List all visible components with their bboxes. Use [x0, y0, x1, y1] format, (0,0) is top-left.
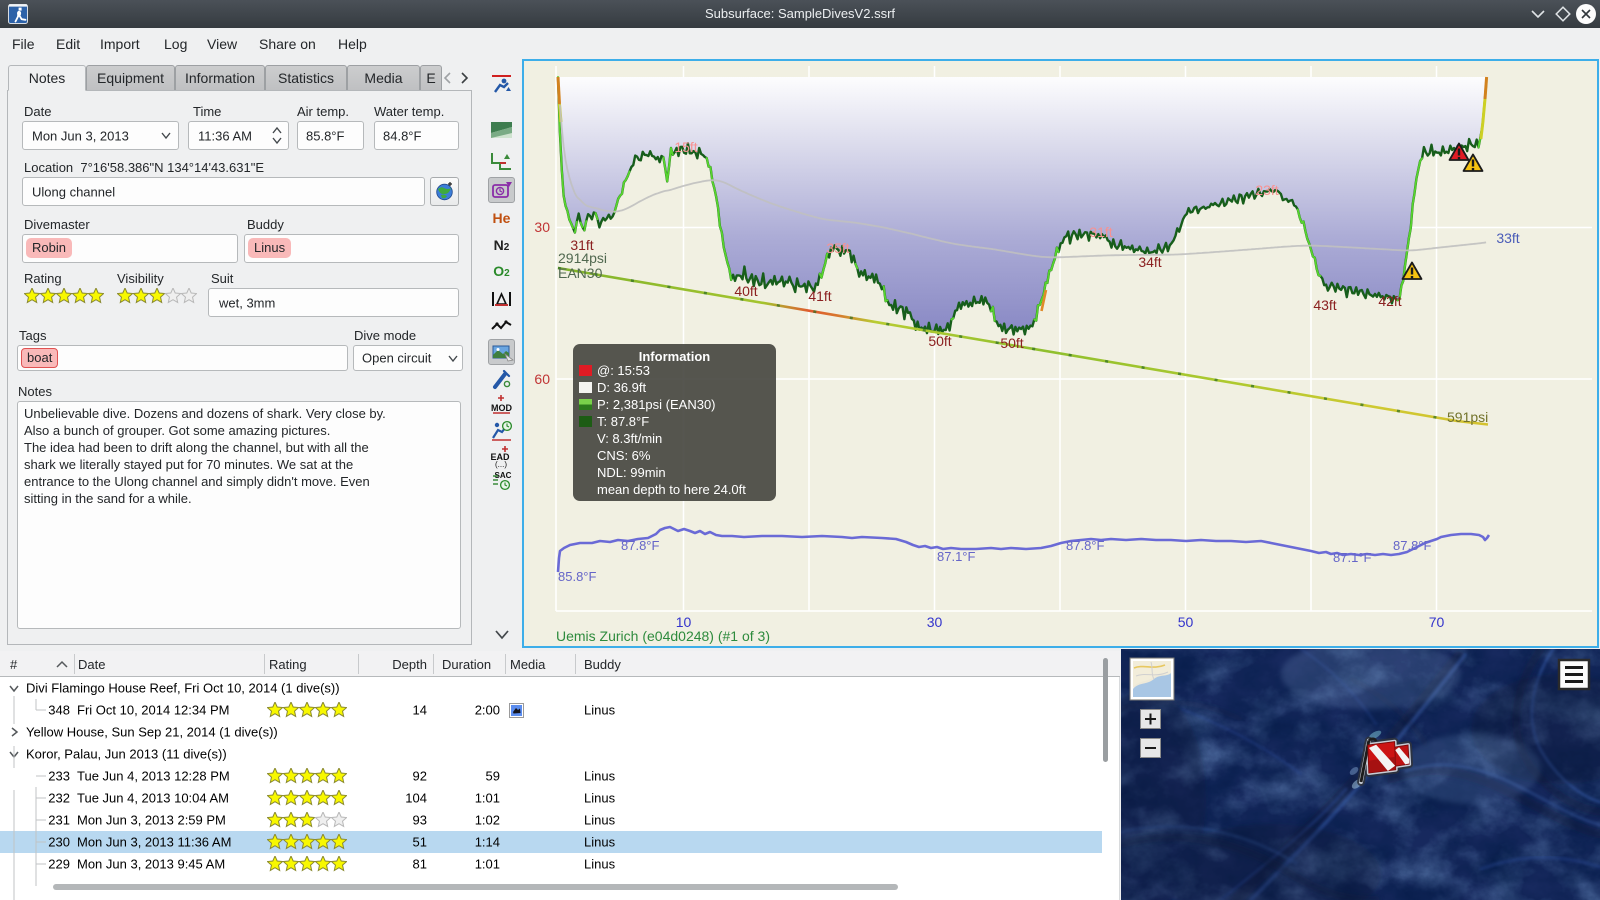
- svg-text:591psi: 591psi: [1447, 409, 1488, 425]
- svg-text:MOD: MOD: [491, 403, 512, 413]
- svg-text:34ft: 34ft: [1138, 254, 1161, 270]
- svg-text:87.1°F: 87.1°F: [1333, 550, 1372, 565]
- svg-text:87.1°F: 87.1°F: [937, 549, 976, 564]
- svg-text:41ft: 41ft: [808, 288, 831, 304]
- svg-text:42ft: 42ft: [1378, 293, 1401, 309]
- svg-text:50ft: 50ft: [1000, 335, 1023, 351]
- svg-text:Uemis Zurich (e04d0248) (#1 of: Uemis Zurich (e04d0248) (#1 of 3): [556, 628, 770, 644]
- svg-text:70: 70: [1429, 614, 1445, 630]
- svg-text:87.8°F: 87.8°F: [1066, 538, 1105, 553]
- svg-text:50ft: 50ft: [928, 333, 951, 349]
- svg-text:87.8°F: 87.8°F: [1393, 538, 1432, 553]
- svg-text:50: 50: [1178, 614, 1194, 630]
- svg-text:33ft: 33ft: [1496, 230, 1519, 246]
- svg-text:40ft: 40ft: [734, 283, 757, 299]
- svg-text:23ft: 23ft: [1255, 182, 1278, 198]
- svg-text:2914psi: 2914psi: [558, 250, 607, 266]
- svg-text:30: 30: [927, 614, 943, 630]
- svg-text:30: 30: [534, 219, 550, 235]
- svg-text:87.8°F: 87.8°F: [621, 538, 660, 553]
- svg-text:EAN30: EAN30: [558, 265, 603, 281]
- svg-text:60: 60: [534, 371, 550, 387]
- svg-text:35ft: 35ft: [826, 240, 849, 256]
- svg-text:85.8°F: 85.8°F: [558, 569, 597, 584]
- svg-text:43ft: 43ft: [1313, 297, 1336, 313]
- svg-text:31ft: 31ft: [1089, 224, 1112, 240]
- svg-text:15ft: 15ft: [674, 139, 697, 155]
